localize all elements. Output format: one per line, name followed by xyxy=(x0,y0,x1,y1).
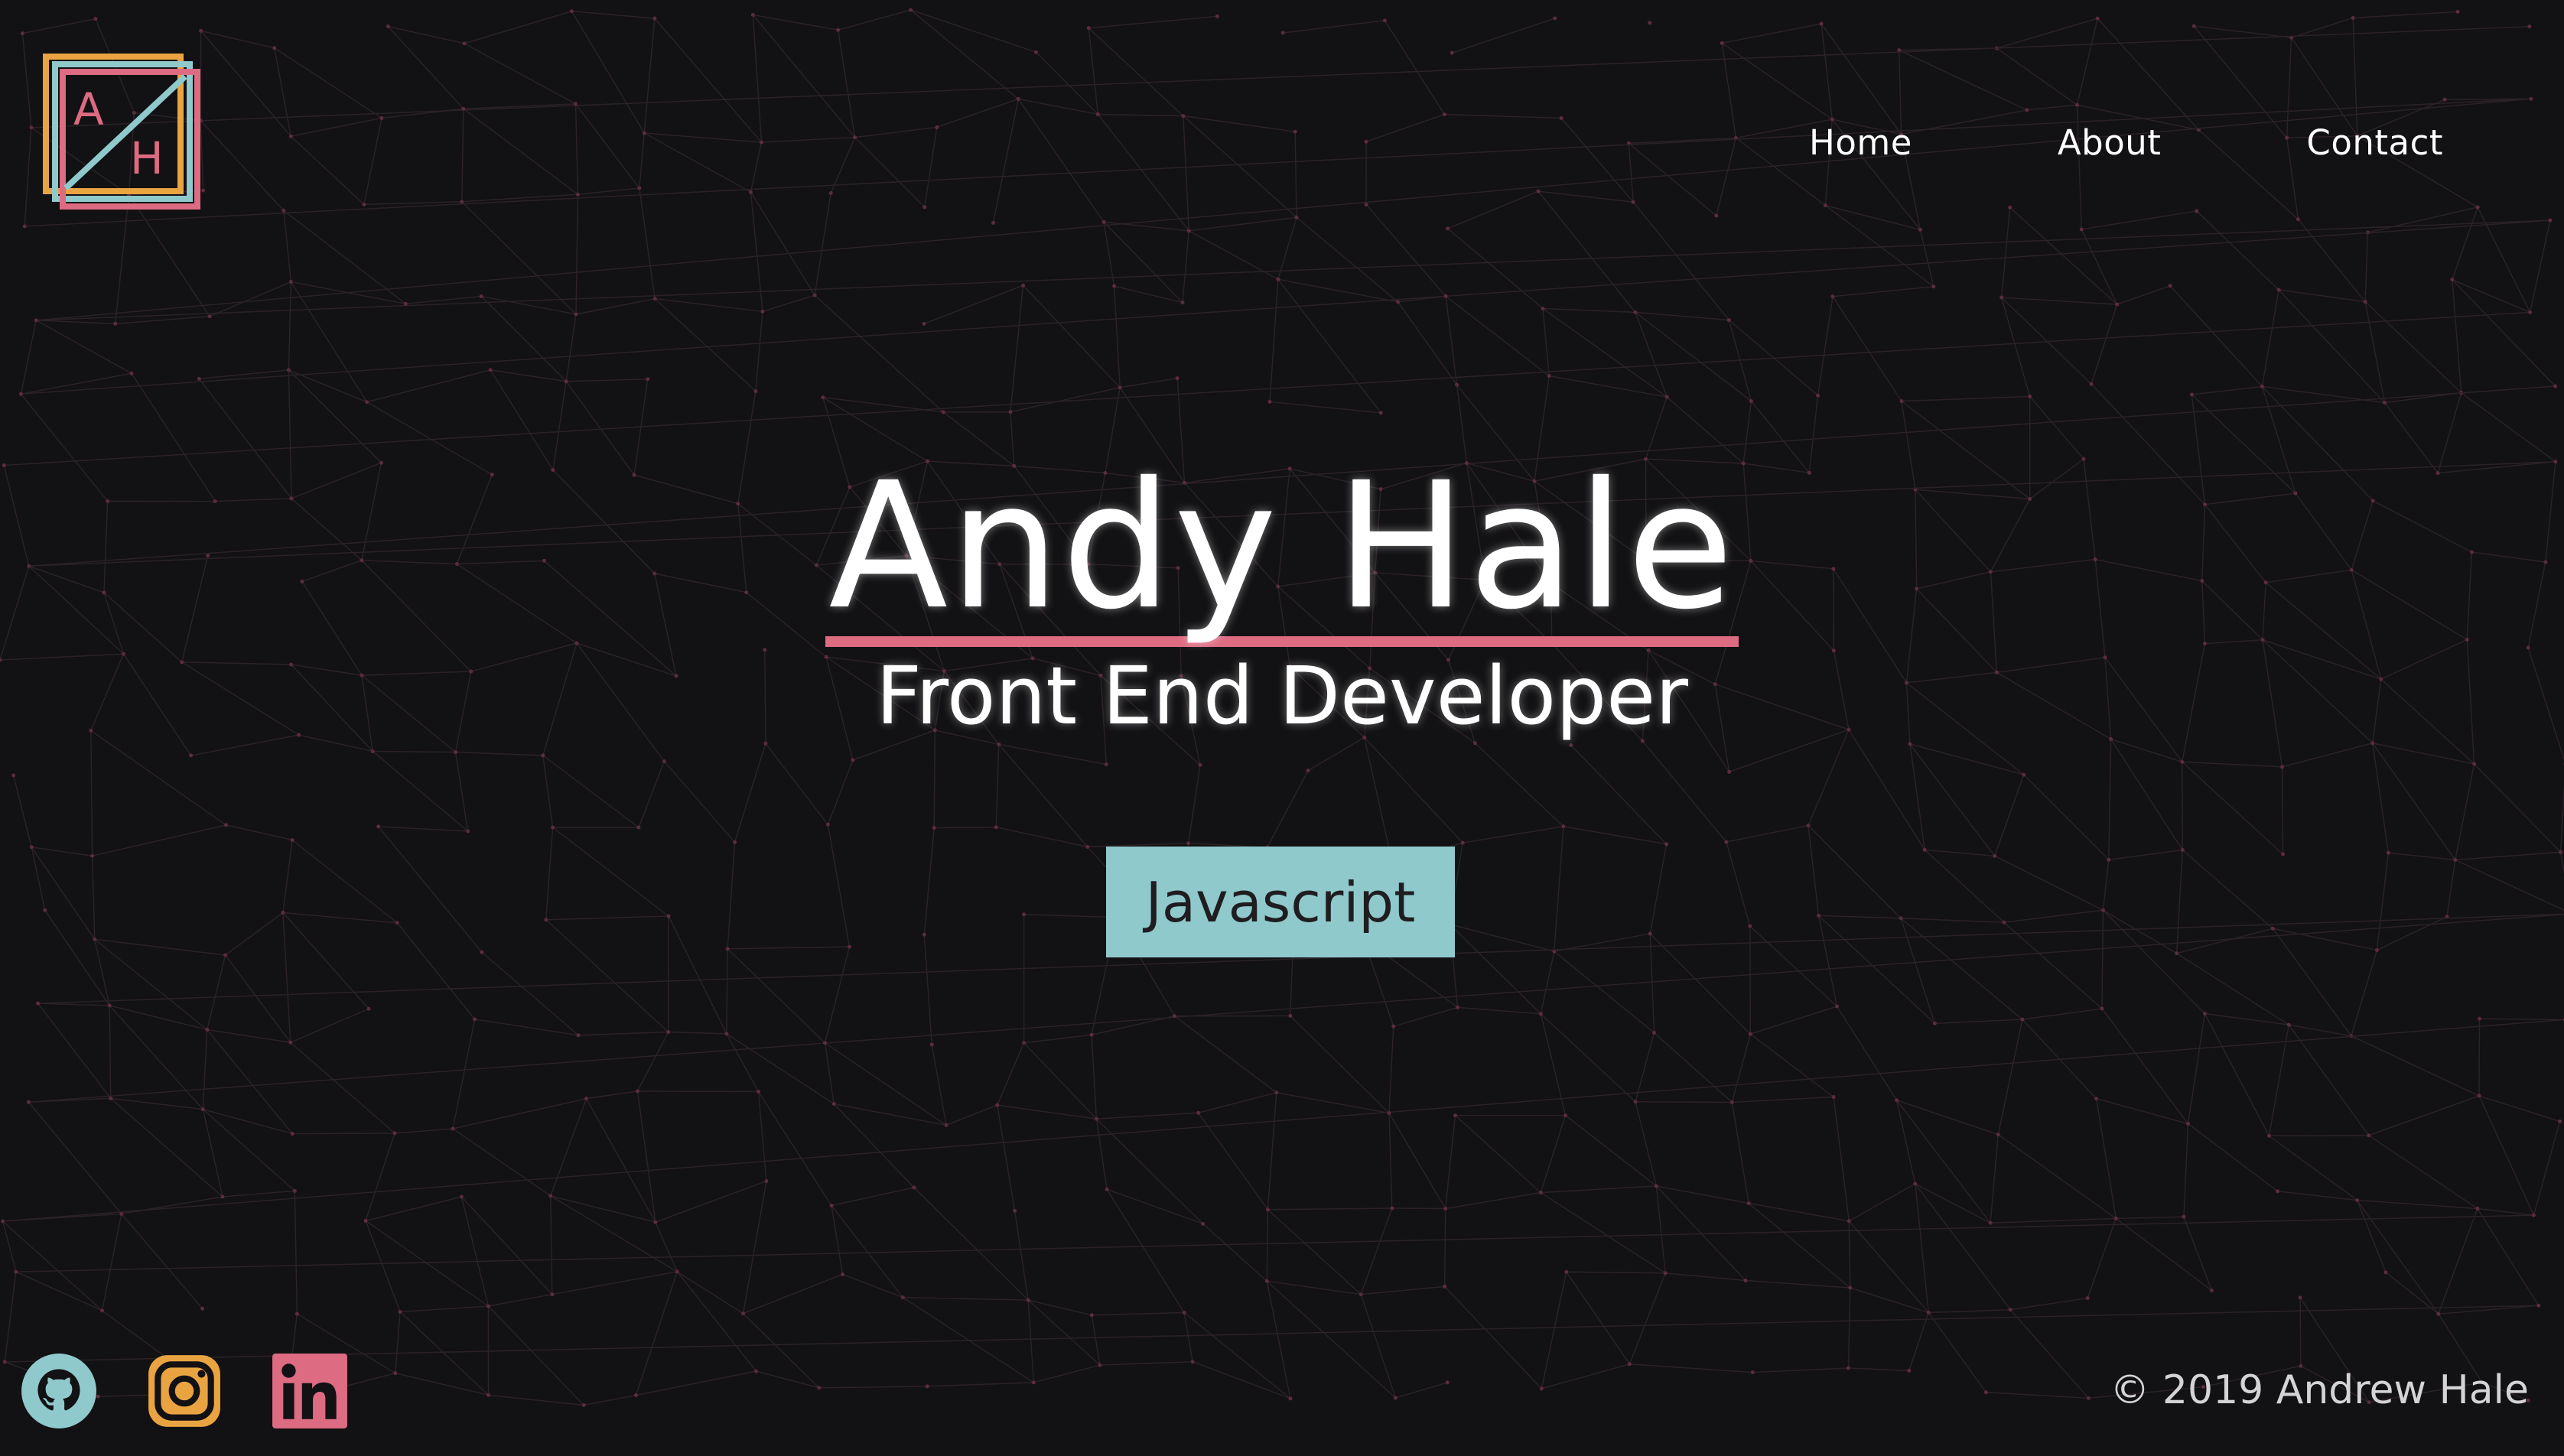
linkedin-icon xyxy=(272,1354,347,1428)
social-links xyxy=(20,1352,349,1430)
instagram-icon xyxy=(148,1355,220,1427)
github-link[interactable] xyxy=(20,1352,98,1430)
page: A H Home About Contact Andy Hale Front E… xyxy=(0,0,2564,1456)
nav-home[interactable]: Home xyxy=(1809,122,1912,163)
logo-graphic xyxy=(43,54,200,210)
hero-section: Andy Hale Front End Developer xyxy=(0,459,2564,736)
hero-title: Front End Developer xyxy=(876,649,1688,743)
instagram-link[interactable] xyxy=(145,1352,223,1430)
main-nav: Home About Contact xyxy=(1809,122,2443,163)
logo-letter-h: H xyxy=(130,132,164,184)
linkedin-link[interactable] xyxy=(271,1352,349,1430)
nav-contact[interactable]: Contact xyxy=(2306,122,2443,163)
nav-about[interactable]: About xyxy=(2058,122,2162,163)
hero-name: Andy Hale xyxy=(825,459,1739,647)
copyright-text: © 2019 Andrew Hale xyxy=(2110,1367,2529,1413)
skill-badge: Javascript xyxy=(1106,847,1455,957)
logo-letter-a: A xyxy=(73,83,104,135)
github-icon xyxy=(21,1354,96,1428)
site-logo[interactable]: A H xyxy=(43,54,200,211)
